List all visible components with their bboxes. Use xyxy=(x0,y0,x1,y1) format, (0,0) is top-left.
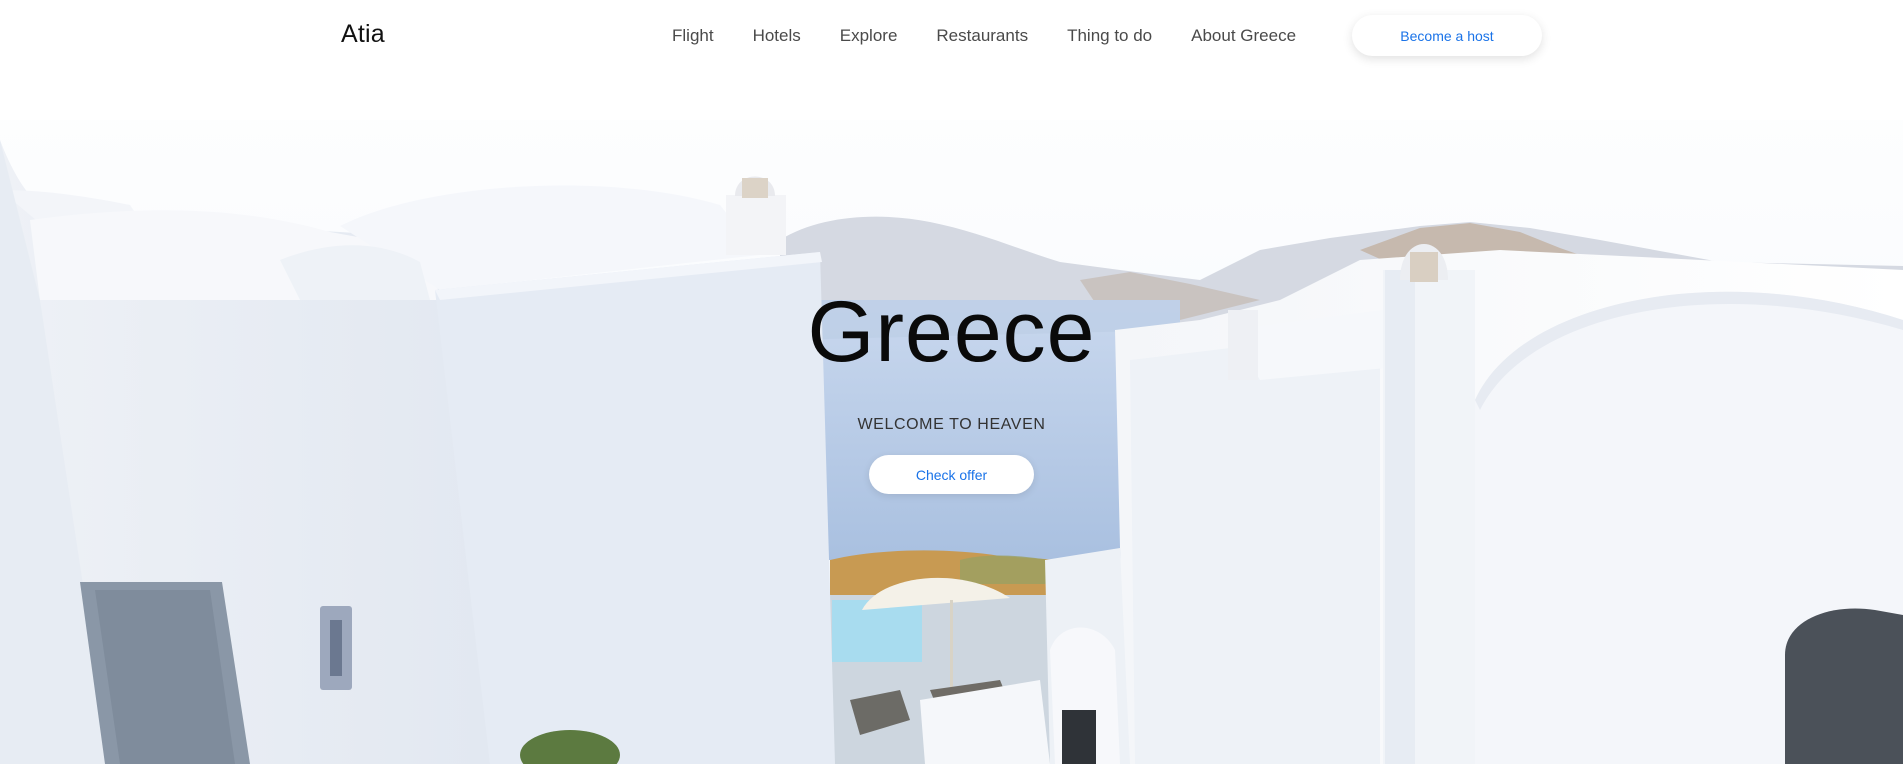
nav-link-explore[interactable]: Explore xyxy=(840,26,898,46)
nav-link-hotels[interactable]: Hotels xyxy=(753,26,801,46)
nav-link-restaurants[interactable]: Restaurants xyxy=(936,26,1028,46)
hero-subtitle: WELCOME TO HEAVEN xyxy=(857,416,1046,433)
become-host-button[interactable]: Become a host xyxy=(1352,15,1542,56)
nav-link-about-greece[interactable]: About Greece xyxy=(1191,26,1296,46)
page: Atia Flight Hotels Explore Restaurants T… xyxy=(0,0,1903,764)
site-logo[interactable]: Atia xyxy=(341,20,385,49)
main-nav: Flight Hotels Explore Restaurants Thing … xyxy=(672,26,1296,46)
nav-link-things-to-do[interactable]: Thing to do xyxy=(1067,26,1152,46)
site-header: Atia Flight Hotels Explore Restaurants T… xyxy=(0,0,1903,72)
hero-background-image xyxy=(0,0,1903,764)
hero-title: Greece xyxy=(807,284,1096,380)
check-offer-button[interactable]: Check offer xyxy=(869,455,1034,494)
nav-link-flight[interactable]: Flight xyxy=(672,26,714,46)
